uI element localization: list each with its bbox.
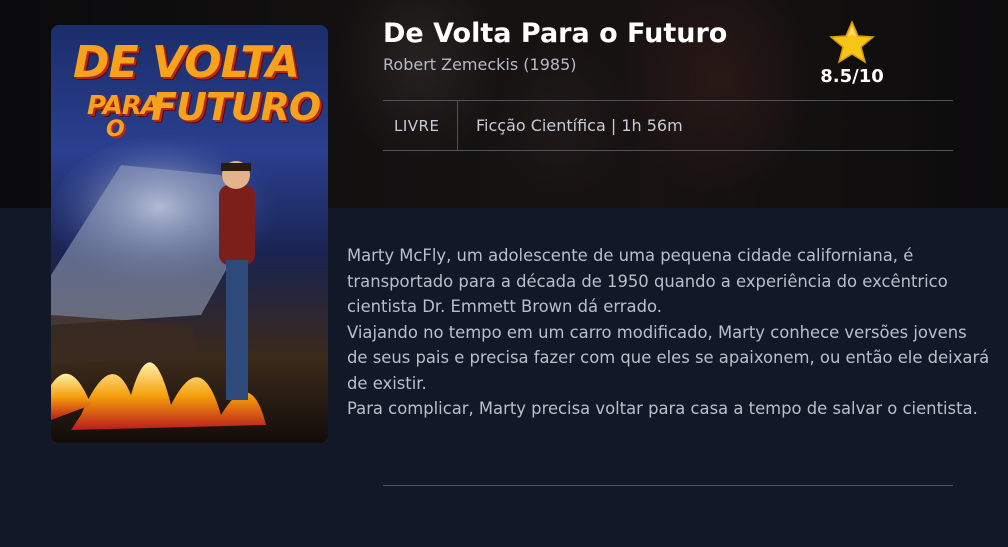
- poster-title-line-4: O: [106, 117, 125, 142]
- poster-title-line-1: DE VOLTA: [73, 37, 300, 88]
- age-classification: LIVRE: [383, 101, 458, 150]
- footer-divider: [383, 485, 953, 486]
- poster-title-line-3: FUTURO: [151, 85, 321, 129]
- meta-divider-bottom: [383, 150, 953, 151]
- movie-poster: DE VOLTA PARA FUTURO O: [51, 25, 328, 443]
- movie-meta-row: LIVRE Ficção Científica | 1h 56m: [383, 101, 953, 150]
- movie-title: De Volta Para o Futuro: [383, 18, 728, 49]
- movie-synopsis: Marty McFly, um adolescente de uma peque…: [347, 246, 990, 418]
- genre-duration: Ficção Científica | 1h 56m: [476, 116, 683, 135]
- rating-block: 8.5/10: [810, 20, 894, 87]
- rating-score: 8.5/10: [820, 66, 884, 87]
- star-icon: [829, 20, 875, 64]
- director-year: Robert Zemeckis (1985): [383, 55, 577, 74]
